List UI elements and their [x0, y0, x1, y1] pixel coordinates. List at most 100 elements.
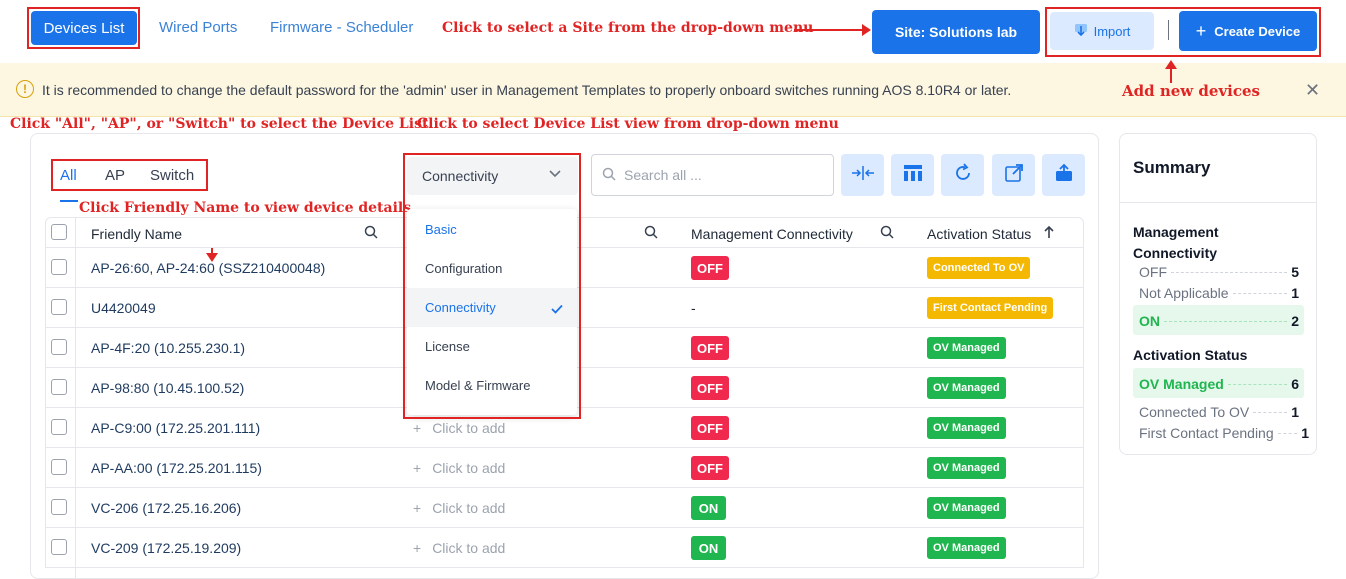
- create-device-button[interactable]: + Create Device: [1179, 11, 1317, 51]
- refresh-button[interactable]: [941, 154, 984, 196]
- friendly-name-link[interactable]: VC-206 (172.25.16.206): [91, 500, 241, 516]
- collapse-columns-button[interactable]: [841, 154, 884, 196]
- click-to-add-label: Click to add: [432, 460, 506, 476]
- import-button[interactable]: Import: [1050, 12, 1154, 50]
- activation-status-badge: OV Managed: [927, 417, 1006, 439]
- tab-devices-list[interactable]: Devices List: [31, 11, 137, 45]
- summary-row: ON 2: [1139, 313, 1299, 329]
- annotation-arrow: [794, 29, 864, 31]
- header-management-connectivity[interactable]: Management Connectivity: [691, 226, 853, 242]
- sort-up-icon[interactable]: [1043, 225, 1055, 244]
- activation-status-badge: Connected To OV: [927, 257, 1031, 279]
- click-to-add[interactable]: + Click to add: [413, 540, 505, 556]
- create-device-label: Create Device: [1214, 23, 1301, 39]
- friendly-name-link[interactable]: AP-26:60, AP-24:60 (SSZ210400048): [91, 260, 325, 276]
- mgmt-status-badge: OFF: [691, 256, 729, 280]
- summary-label: OV Managed: [1139, 376, 1224, 392]
- row-checkbox[interactable]: [51, 379, 67, 395]
- mgmt-status-badge: ON: [691, 496, 726, 520]
- site-select-button[interactable]: Site: Solutions lab: [872, 10, 1040, 54]
- summary-label: OFF: [1139, 264, 1167, 280]
- annotation-friendly-name: Click Friendly Name to view device detai…: [79, 200, 412, 216]
- plus-icon: +: [413, 500, 422, 516]
- open-external-button[interactable]: [992, 154, 1035, 196]
- summary-label: ON: [1139, 313, 1160, 329]
- row-checkbox[interactable]: [51, 499, 67, 515]
- click-to-add-label: Click to add: [432, 540, 506, 556]
- columns-icon: [903, 164, 923, 187]
- summary-row: First Contact Pending 1: [1139, 425, 1309, 441]
- click-to-add[interactable]: + Click to add: [413, 420, 505, 436]
- divider: [1168, 20, 1169, 40]
- filter-all[interactable]: All: [60, 167, 77, 184]
- tab-wired-ports[interactable]: Wired Ports: [159, 19, 237, 36]
- row-checkbox[interactable]: [51, 419, 67, 435]
- activation-status-badge: OV Managed: [927, 537, 1006, 559]
- activation-status-badge: OV Managed: [927, 337, 1006, 359]
- mgmt-status-badge: OFF: [691, 456, 729, 480]
- activation-status-badge: OV Managed: [927, 377, 1006, 399]
- export-button[interactable]: [1042, 154, 1085, 196]
- mgmt-status-badge: OFF: [691, 336, 729, 360]
- dropdown-highlight: [403, 153, 581, 419]
- summary-label: First Contact Pending: [1139, 425, 1274, 441]
- external-link-icon: [1004, 163, 1024, 188]
- summary-row: Connected To OV 1: [1139, 404, 1299, 420]
- click-to-add[interactable]: + Click to add: [413, 500, 505, 516]
- select-all-checkbox[interactable]: [51, 224, 67, 240]
- import-icon: [1074, 23, 1088, 40]
- click-to-add-label: Click to add: [432, 500, 506, 516]
- friendly-name-link[interactable]: AP-AA:00 (172.25.201.115): [91, 460, 262, 476]
- filter-ap[interactable]: AP: [105, 167, 125, 184]
- warning-icon: !: [16, 80, 34, 98]
- search-placeholder: Search all ...: [624, 167, 702, 183]
- search-icon[interactable]: [644, 225, 658, 244]
- search-icon: [602, 167, 616, 184]
- upload-icon: [1054, 163, 1074, 188]
- plus-icon: +: [413, 420, 422, 436]
- friendly-name-link[interactable]: U4420049: [91, 300, 156, 316]
- click-to-add-label: Click to add: [432, 420, 506, 436]
- activation-status-badge: First Contact Pending: [927, 297, 1054, 319]
- import-label: Import: [1093, 23, 1131, 39]
- annotation-arrowhead: [1165, 60, 1177, 69]
- row-checkbox[interactable]: [51, 339, 67, 355]
- header-friendly-name[interactable]: Friendly Name: [91, 226, 182, 242]
- summary-label: Connected To OV: [1139, 404, 1250, 420]
- summary-count: 5: [1291, 264, 1299, 280]
- friendly-name-link[interactable]: AP-98:80 (10.45.100.52): [91, 380, 244, 396]
- search-icon[interactable]: [364, 225, 378, 244]
- friendly-name-link[interactable]: AP-C9:00 (172.25.201.111): [91, 420, 260, 436]
- filter-switch[interactable]: Switch: [150, 167, 194, 184]
- friendly-name-link[interactable]: AP-4F:20 (10.255.230.1): [91, 340, 245, 356]
- annotation-filter: Click "All", "AP", or "Switch" to select…: [10, 116, 429, 132]
- row-checkbox[interactable]: [51, 259, 67, 275]
- annotation-site: Click to select a Site from the drop-dow…: [442, 20, 814, 36]
- row-checkbox[interactable]: [51, 299, 67, 315]
- summary-row: OFF 5: [1139, 264, 1299, 280]
- summary-title: Summary: [1133, 158, 1211, 177]
- annotation-view: Click to select Device List view from dr…: [417, 116, 839, 132]
- plus-icon: +: [1195, 20, 1207, 41]
- mgmt-status-badge: OFF: [691, 376, 729, 400]
- summary-count: 6: [1291, 376, 1299, 392]
- friendly-name-link[interactable]: VC-209 (172.25.19.209): [91, 540, 241, 556]
- row-checkbox[interactable]: [51, 459, 67, 475]
- search-icon[interactable]: [880, 225, 894, 244]
- annotation-arrowhead: [862, 24, 871, 36]
- row-checkbox[interactable]: [51, 539, 67, 555]
- close-icon[interactable]: ✕: [1305, 80, 1320, 101]
- column-settings-button[interactable]: [891, 154, 934, 196]
- summary-row: OV Managed 6: [1139, 376, 1299, 392]
- header-activation-status[interactable]: Activation Status: [927, 226, 1031, 242]
- mgmt-status-badge: ON: [691, 536, 726, 560]
- banner-text: It is recommended to change the default …: [42, 82, 1012, 98]
- mgmt-status-text: -: [691, 300, 696, 316]
- tab-firmware-scheduler[interactable]: Firmware - Scheduler: [270, 19, 413, 36]
- summary-count: 1: [1291, 404, 1299, 420]
- plus-icon: +: [413, 540, 422, 556]
- click-to-add[interactable]: + Click to add: [413, 460, 505, 476]
- summary-row: Not Applicable 1: [1139, 285, 1299, 301]
- refresh-icon: [953, 162, 973, 188]
- search-input[interactable]: Search all ...: [591, 154, 834, 196]
